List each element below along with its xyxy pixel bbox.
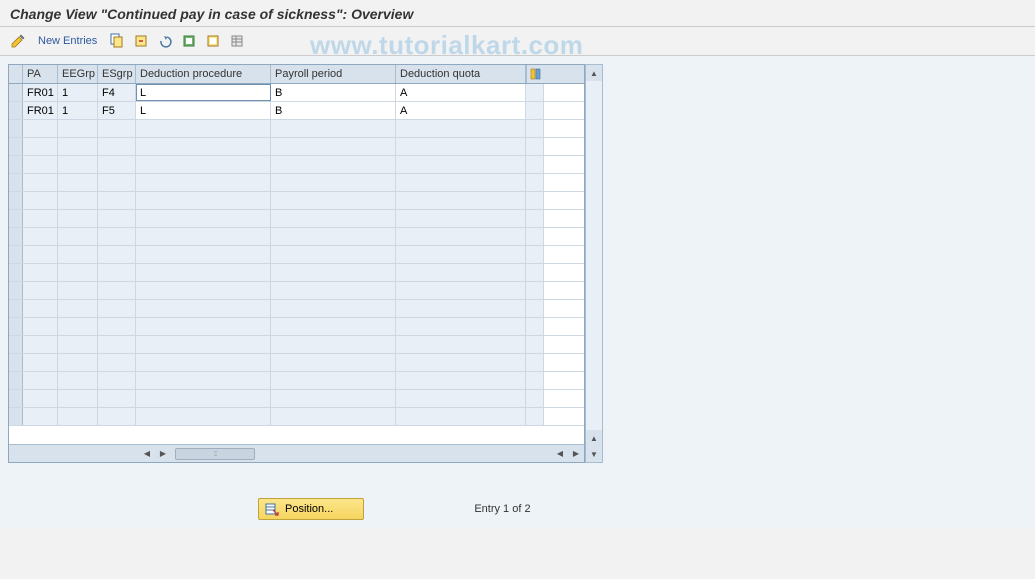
cell-esgrp[interactable]: F5 bbox=[98, 102, 136, 119]
empty-row bbox=[9, 246, 584, 264]
cell-pa[interactable]: FR01 bbox=[23, 102, 58, 119]
col-header-payroll[interactable]: Payroll period bbox=[271, 65, 396, 83]
empty-row bbox=[9, 390, 584, 408]
hscroll-left-icon[interactable]: ◀ bbox=[140, 447, 154, 461]
empty-row bbox=[9, 282, 584, 300]
header-corner[interactable] bbox=[9, 65, 23, 83]
copy-icon[interactable] bbox=[107, 31, 127, 51]
empty-row bbox=[9, 300, 584, 318]
vertical-scrollbar[interactable]: ▲ ▲ ▼ bbox=[585, 64, 603, 463]
grid-body: FR01 1 F4 L B A FR01 1 F5 L B A bbox=[9, 84, 584, 444]
new-entries-button[interactable]: New Entries bbox=[32, 33, 103, 49]
title-bar: Change View "Continued pay in case of si… bbox=[0, 0, 1035, 27]
col-header-eegrp[interactable]: EEGrp bbox=[58, 65, 98, 83]
col-header-deduct[interactable]: Deduction procedure bbox=[136, 65, 271, 83]
row-end bbox=[526, 84, 544, 101]
col-header-esgrp[interactable]: ESgrp bbox=[98, 65, 136, 83]
content-area: PA EEGrp ESgrp Deduction procedure Payro… bbox=[0, 56, 1035, 528]
cell-deduct[interactable]: L bbox=[136, 102, 271, 119]
delete-icon[interactable] bbox=[131, 31, 151, 51]
hscroll-left2-icon[interactable]: ◀ bbox=[553, 447, 567, 461]
empty-row bbox=[9, 174, 584, 192]
empty-row bbox=[9, 192, 584, 210]
undo-icon[interactable] bbox=[155, 31, 175, 51]
position-label: Position... bbox=[285, 503, 333, 515]
empty-row bbox=[9, 372, 584, 390]
row-selector[interactable] bbox=[9, 84, 23, 101]
row-selector[interactable] bbox=[9, 102, 23, 119]
empty-row bbox=[9, 156, 584, 174]
position-button[interactable]: Position... bbox=[258, 498, 364, 520]
position-icon bbox=[265, 502, 279, 516]
empty-row bbox=[9, 264, 584, 282]
cell-quota[interactable]: A bbox=[396, 84, 526, 101]
cell-deduct[interactable]: L bbox=[136, 84, 271, 101]
cell-eegrp[interactable]: 1 bbox=[58, 84, 98, 101]
hscroll-right2-icon[interactable]: ▶ bbox=[569, 447, 583, 461]
entry-counter: Entry 1 of 2 bbox=[474, 503, 530, 515]
cell-payroll[interactable]: B bbox=[271, 84, 396, 101]
empty-row bbox=[9, 120, 584, 138]
empty-row bbox=[9, 210, 584, 228]
data-grid: PA EEGrp ESgrp Deduction procedure Payro… bbox=[8, 64, 585, 463]
empty-row bbox=[9, 408, 584, 426]
footer-row: Position... Entry 1 of 2 bbox=[8, 498, 1027, 520]
hscroll-thumb[interactable] bbox=[175, 448, 255, 460]
cell-pa[interactable]: FR01 bbox=[23, 84, 58, 101]
scroll-track[interactable] bbox=[586, 81, 602, 430]
col-header-pa[interactable]: PA bbox=[23, 65, 58, 83]
scroll-up-icon[interactable]: ▲ bbox=[586, 65, 602, 81]
scroll-down-icon[interactable]: ▼ bbox=[586, 446, 602, 462]
change-icon[interactable] bbox=[8, 31, 28, 51]
empty-row bbox=[9, 228, 584, 246]
cell-esgrp[interactable]: F4 bbox=[98, 84, 136, 101]
empty-row bbox=[9, 138, 584, 156]
grid-header-row: PA EEGrp ESgrp Deduction procedure Payro… bbox=[9, 65, 584, 84]
col-header-quota[interactable]: Deduction quota bbox=[396, 65, 526, 83]
row-end bbox=[526, 102, 544, 119]
page-title: Change View "Continued pay in case of si… bbox=[10, 6, 413, 22]
grid-config-icon[interactable] bbox=[526, 65, 544, 83]
select-all-icon[interactable] bbox=[179, 31, 199, 51]
table-row[interactable]: FR01 1 F5 L B A bbox=[9, 102, 584, 120]
cell-quota[interactable]: A bbox=[396, 102, 526, 119]
deselect-all-icon[interactable] bbox=[203, 31, 223, 51]
scroll-up2-icon[interactable]: ▲ bbox=[586, 430, 602, 446]
cell-payroll[interactable]: B bbox=[271, 102, 396, 119]
table-row[interactable]: FR01 1 F4 L B A bbox=[9, 84, 584, 102]
empty-row bbox=[9, 354, 584, 372]
toolbar: New Entries bbox=[0, 27, 1035, 56]
cell-eegrp[interactable]: 1 bbox=[58, 102, 98, 119]
table-settings-icon[interactable] bbox=[227, 31, 247, 51]
empty-row bbox=[9, 336, 584, 354]
empty-row bbox=[9, 318, 584, 336]
hscroll-right-icon[interactable]: ▶ bbox=[156, 447, 170, 461]
horizontal-scrollbar[interactable]: ◀ ▶ ◀ ▶ bbox=[9, 444, 584, 462]
